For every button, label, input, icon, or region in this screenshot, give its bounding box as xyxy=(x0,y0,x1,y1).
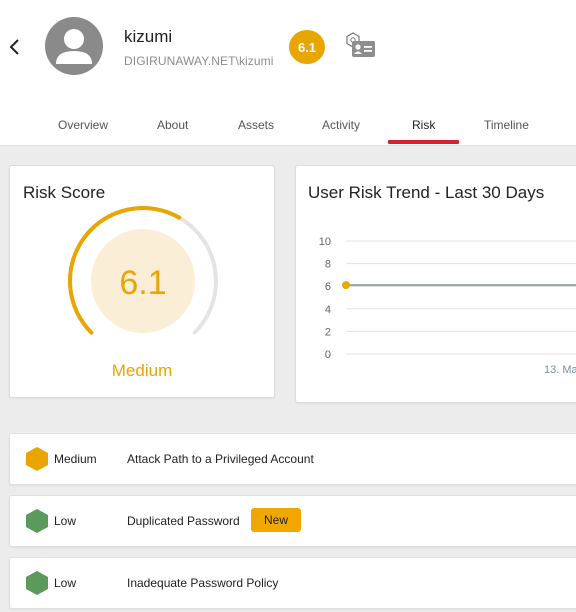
user-domain-account: DIGIRUNAWAY.NET\kizumi xyxy=(124,54,274,68)
trend-data-point[interactable] xyxy=(342,281,350,290)
new-badge: New xyxy=(251,508,301,532)
tab-activity[interactable]: Activity xyxy=(322,117,360,145)
risk-item[interactable]: Medium Attack Path to a Privileged Accou… xyxy=(9,433,576,485)
risk-title: Duplicated Password xyxy=(127,514,240,528)
risk-item[interactable]: Low Duplicated Password New xyxy=(9,495,576,547)
risk-severity: Low xyxy=(54,576,77,590)
risk-trend-chart: 10 8 6 4 2 0 13. Ma xyxy=(319,236,576,376)
tab-about[interactable]: About xyxy=(157,117,188,145)
risk-trend-card: User Risk Trend - Last 30 Days 10 8 6 4 2 0 13… xyxy=(295,165,576,403)
risk-level-label: Medium xyxy=(111,361,173,380)
identity-button[interactable] xyxy=(344,32,376,60)
risk-score-title: Risk Score xyxy=(23,183,106,202)
user-name: kizumi xyxy=(124,27,173,46)
id-card-icon xyxy=(346,32,375,57)
risk-severity: Low xyxy=(54,514,77,528)
y-tick-label: 8 xyxy=(325,259,331,271)
y-tick-label: 6 xyxy=(325,281,331,293)
y-tick-label: 0 xyxy=(325,349,331,361)
risk-score-card: Risk Score 6.1 Medium xyxy=(9,165,275,398)
y-tick-label: 10 xyxy=(319,236,331,248)
user-header: kizumi DIGIRUNAWAY.NET\kizumi 6.1 Overvi… xyxy=(0,0,576,146)
risk-score-badge: 6.1 xyxy=(289,30,325,64)
chevron-left-icon xyxy=(9,39,19,55)
risk-score-gauge: 6.1 xyxy=(68,206,218,335)
active-tab-indicator xyxy=(388,140,459,144)
risk-title: Inadequate Password Policy xyxy=(127,576,279,590)
tab-timeline[interactable]: Timeline xyxy=(484,117,529,145)
tab-assets[interactable]: Assets xyxy=(238,117,274,145)
x-tick-label: 13. Ma xyxy=(544,364,576,376)
tab-bar: Overview About Assets Activity Risk Time… xyxy=(0,117,576,145)
back-button[interactable] xyxy=(6,36,26,58)
tab-overview[interactable]: Overview xyxy=(58,117,108,145)
user-avatar-icon xyxy=(56,29,92,64)
severity-low-icon xyxy=(26,571,48,595)
gauge-score-value: 6.1 xyxy=(119,264,166,302)
severity-medium-icon xyxy=(26,447,48,471)
severity-low-icon xyxy=(26,509,48,533)
risk-item[interactable]: Low Inadequate Password Policy xyxy=(9,557,576,609)
risk-title: Attack Path to a Privileged Account xyxy=(127,452,314,466)
y-tick-label: 2 xyxy=(325,326,331,338)
avatar xyxy=(45,17,103,75)
risk-severity: Medium xyxy=(54,452,97,466)
y-tick-label: 4 xyxy=(325,304,331,316)
